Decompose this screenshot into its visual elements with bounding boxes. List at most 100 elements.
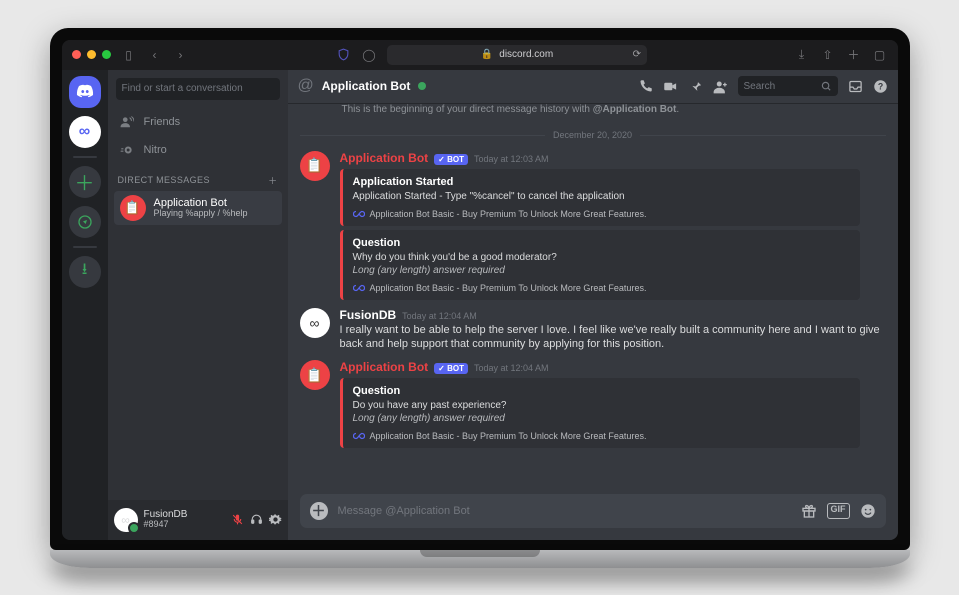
friends-tab[interactable]: Friends xyxy=(114,108,282,136)
laptop-base xyxy=(50,550,910,568)
user-settings-button[interactable] xyxy=(269,513,282,526)
server-icon-appbot[interactable]: ∞ xyxy=(69,116,101,148)
share-icon[interactable]: ⇧ xyxy=(820,47,836,63)
gif-button[interactable]: GIF xyxy=(827,503,850,519)
embed-description: Why do you think you'd be a good moderat… xyxy=(353,252,850,263)
explore-servers-button[interactable] xyxy=(69,206,101,238)
date-divider-label: December 20, 2020 xyxy=(545,130,640,140)
emoji-button[interactable] xyxy=(860,503,876,519)
privacy-icon[interactable]: ◯ xyxy=(361,47,377,63)
bot-avatar-icon: 📋 xyxy=(300,360,330,390)
message-bot: 📋 Application Bot ✓ BOT Today at 12:04 A… xyxy=(300,358,886,454)
message-user: ∞ FusionDB Today at 12:04 AM I really wa… xyxy=(300,306,886,359)
dm-header-label: DIRECT MESSAGES xyxy=(118,175,210,185)
nitro-icon xyxy=(120,143,136,157)
embed-card: Question Do you have any past experience… xyxy=(340,378,860,448)
sidebar-toggle-icon[interactable]: ▯ xyxy=(121,47,137,63)
infinity-icon xyxy=(353,208,365,220)
message-list: This is the beginning of your direct mes… xyxy=(288,104,898,494)
self-discriminator: #8947 xyxy=(144,520,225,529)
bot-badge: ✓ BOT xyxy=(434,154,468,165)
embed-title: Question xyxy=(353,385,850,397)
bot-avatar-icon: 📋 xyxy=(120,195,146,221)
beginning-prefix: This is the beginning of your direct mes… xyxy=(342,104,593,115)
add-friend-button[interactable] xyxy=(713,79,728,94)
dm-item-application-bot[interactable]: 📋 Application Bot Playing %apply / %help xyxy=(114,191,282,225)
forward-icon[interactable]: › xyxy=(173,47,189,63)
new-tab-icon[interactable]: ＋ xyxy=(846,47,862,63)
inbox-button[interactable] xyxy=(848,79,863,94)
message-timestamp: Today at 12:04 AM xyxy=(402,311,477,321)
embed-card: Application Started Application Started … xyxy=(340,169,860,226)
composer-placeholder: Message @Application Bot xyxy=(338,505,791,517)
message-timestamp: Today at 12:03 AM xyxy=(474,154,549,164)
quickswitcher-placeholder: Find or start a conversation xyxy=(122,83,243,94)
home-button[interactable] xyxy=(69,76,101,108)
embed-hint: Long (any length) answer required xyxy=(353,413,850,424)
conversation-beginning: This is the beginning of your direct mes… xyxy=(300,104,886,123)
gift-button[interactable] xyxy=(801,503,817,519)
minimize-window-icon[interactable] xyxy=(87,50,96,59)
add-server-button[interactable]: ＋ xyxy=(69,166,101,198)
online-status-dot xyxy=(418,82,426,90)
message-timestamp: Today at 12:04 AM xyxy=(474,363,549,373)
address-bar[interactable]: 🔒 discord.com ⟳ xyxy=(387,45,647,65)
infinity-icon xyxy=(353,282,365,294)
download-apps-button[interactable]: ⭳ xyxy=(69,256,101,288)
user-panel: ∞ FusionDB #8947 xyxy=(108,500,288,540)
message-text: I really want to be able to help the ser… xyxy=(340,322,886,353)
message-author: Application Bot xyxy=(340,360,429,374)
create-dm-button[interactable]: ＋ xyxy=(268,174,277,187)
embed-footer: Application Bot Basic - Buy Premium To U… xyxy=(370,209,647,219)
server-rail: ∞ ＋ ⭳ xyxy=(62,70,108,540)
close-window-icon[interactable] xyxy=(72,50,81,59)
message-bot: 📋 Application Bot ✓ BOT Today at 12:03 A… xyxy=(300,149,886,306)
tabs-overview-icon[interactable]: ▢ xyxy=(872,47,888,63)
attach-button[interactable]: ＋ xyxy=(310,502,328,520)
deafen-button[interactable] xyxy=(250,513,263,526)
composer-input[interactable]: ＋ Message @Application Bot GIF xyxy=(300,494,886,528)
help-button[interactable]: ? xyxy=(873,79,888,94)
quickswitcher-input[interactable]: Find or start a conversation xyxy=(116,78,280,100)
back-icon[interactable]: ‹ xyxy=(147,47,163,63)
fullscreen-window-icon[interactable] xyxy=(102,50,111,59)
at-icon: @ xyxy=(298,77,314,95)
user-avatar-icon: ∞ xyxy=(300,308,330,338)
message-composer: ＋ Message @Application Bot GIF xyxy=(288,494,898,540)
infinity-icon xyxy=(353,430,365,442)
friends-label: Friends xyxy=(144,116,181,128)
embed-card: Question Why do you think you'd be a goo… xyxy=(340,230,860,300)
beginning-target: @Application Bot xyxy=(593,104,677,115)
lock-icon: 🔒 xyxy=(481,49,493,60)
embed-description: Application Started - Type "%cancel" to … xyxy=(353,191,850,202)
reload-icon[interactable]: ⟳ xyxy=(633,49,641,60)
nitro-tab[interactable]: Nitro xyxy=(114,136,282,164)
pinned-messages-button[interactable] xyxy=(688,79,703,94)
start-call-button[interactable] xyxy=(638,79,653,94)
dm-sidebar: Find or start a conversation Friends Nit… xyxy=(108,70,288,540)
person-wave-icon xyxy=(120,115,136,129)
self-avatar[interactable]: ∞ xyxy=(114,508,138,532)
download-icon[interactable]: ⤓ xyxy=(794,47,810,63)
chat-area: @ Application Bot Search xyxy=(288,70,898,540)
shield-icon[interactable] xyxy=(335,47,351,63)
browser-toolbar: ▯ ‹ › ◯ 🔒 discord.com ⟳ ⤓ ⇧ ＋ ▢ xyxy=(62,40,898,70)
search-input[interactable]: Search xyxy=(738,76,838,96)
embed-title: Application Started xyxy=(353,176,850,188)
chat-header: @ Application Bot Search xyxy=(288,70,898,104)
mute-mic-button[interactable] xyxy=(231,513,244,526)
embed-description: Do you have any past experience? xyxy=(353,400,850,411)
start-video-button[interactable] xyxy=(663,79,678,94)
url-text: discord.com xyxy=(499,49,553,60)
date-divider: December 20, 2020 xyxy=(300,129,886,141)
bot-badge: ✓ BOT xyxy=(434,363,468,374)
embed-title: Question xyxy=(353,237,850,249)
embed-hint: Long (any length) answer required xyxy=(353,265,850,276)
dm-item-status: Playing %apply / %help xyxy=(154,209,248,219)
search-icon xyxy=(821,81,832,92)
beginning-suffix: . xyxy=(676,104,679,115)
nitro-label: Nitro xyxy=(144,144,167,156)
chat-title: Application Bot xyxy=(322,79,411,93)
window-controls xyxy=(72,50,111,59)
dm-section-header: DIRECT MESSAGES ＋ xyxy=(108,164,288,191)
